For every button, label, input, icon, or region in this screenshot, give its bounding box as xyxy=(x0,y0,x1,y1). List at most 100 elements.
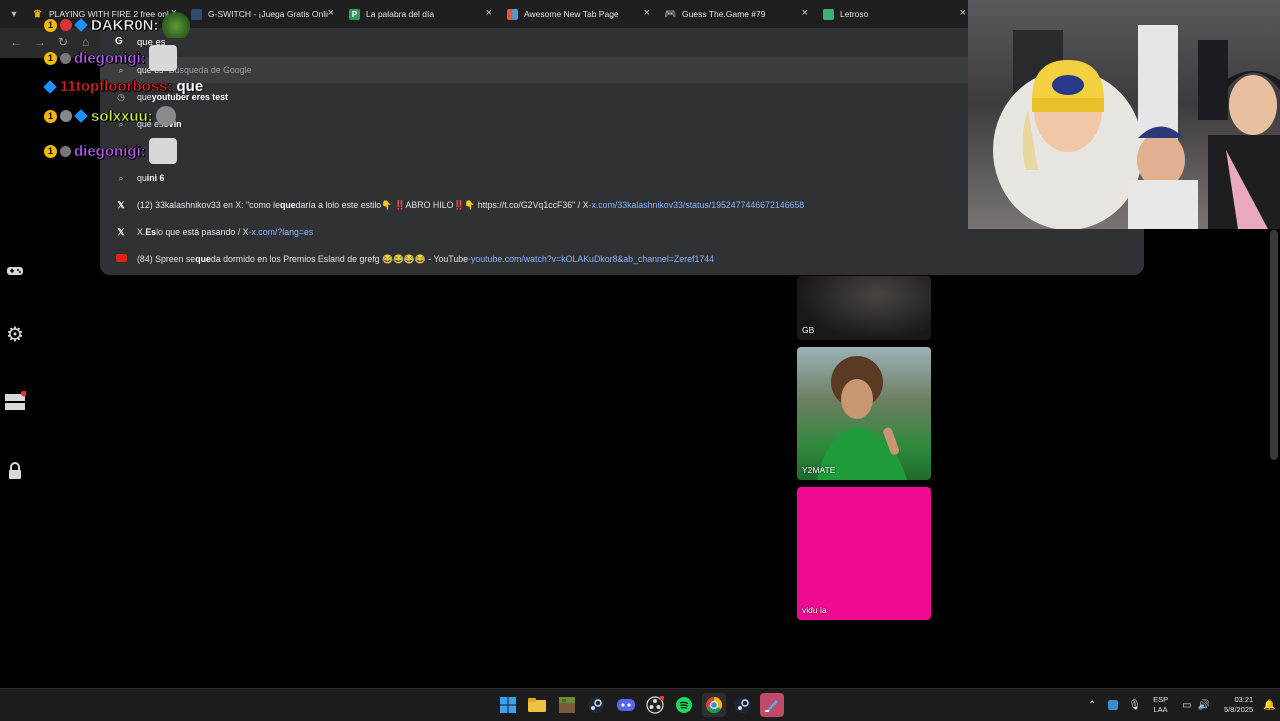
x-icon: 𝕏 xyxy=(117,199,125,210)
chat-message: 1 DAKR0N: xyxy=(44,12,190,38)
suggestion-7[interactable]: (84) Spreen se que da dormido en los Prem… xyxy=(100,246,1144,272)
suggestion-url: x.com/33kalashnikov33/status/19524774466… xyxy=(591,200,805,210)
webcam-overlay xyxy=(968,0,1280,229)
suggestion-bold: ini 6 xyxy=(146,173,165,183)
tab-search-button[interactable]: ▾ xyxy=(4,4,24,24)
steam-icon[interactable] xyxy=(584,693,608,717)
tile-label: Y2MATE xyxy=(802,465,836,475)
tab-3[interactable]: Awesome New Tab Page × xyxy=(507,0,650,28)
chat-message: 1 diegonigi: xyxy=(44,138,177,164)
cube-badge-icon xyxy=(74,18,88,32)
shield-icon[interactable] xyxy=(1108,700,1119,710)
chat-username: DAKR0N: xyxy=(91,16,159,34)
suggestion-text-rest: lo que está pasando / X xyxy=(156,227,249,237)
windows-start-icon[interactable] xyxy=(496,693,520,717)
clock[interactable]: 03:21 5/8/2025 xyxy=(1224,695,1253,715)
chrome-icon[interactable] xyxy=(702,693,726,717)
tab-title: Letroso xyxy=(840,9,869,19)
shortcut-tile-vidu[interactable]: vidu ia xyxy=(797,487,931,620)
network-icon[interactable]: ▭ xyxy=(1182,700,1191,711)
tab-4[interactable]: 🎮 Guess The.Game #79 × xyxy=(665,0,808,28)
emote-icon xyxy=(155,106,176,126)
tile-label: vidu ia xyxy=(802,605,827,615)
notification-icon[interactable]: 🔔 xyxy=(1263,700,1275,711)
address-bar[interactable]: G que es xyxy=(100,28,968,56)
steam-icon[interactable] xyxy=(731,693,755,717)
cube-badge-icon xyxy=(74,109,88,123)
sub-badge-icon: 1 xyxy=(44,18,57,32)
minecraft-icon[interactable] xyxy=(555,693,579,717)
chevron-down-icon: ▾ xyxy=(11,8,17,20)
microphone-icon[interactable]: 🎙 xyxy=(1128,700,1141,711)
tab-1[interactable]: G-SWITCH - ¡Juega Gratis Onlin × xyxy=(191,0,334,28)
chat-message: 1 solxxuu: xyxy=(44,106,176,126)
chat-username: diegonigi: xyxy=(74,49,146,67)
clock-time: 03:21 xyxy=(1234,695,1254,704)
suggestion-url: youtube.com/watch?v=kOLAKuDkor8&ab_chann… xyxy=(470,254,715,264)
tab-2[interactable]: P La palabra del día × xyxy=(349,0,492,28)
badge-icon xyxy=(60,19,72,31)
suggestion-text: X. xyxy=(137,227,146,237)
g-switch-icon xyxy=(191,8,202,20)
chat-message: 11topfloorboss: que xyxy=(43,78,204,95)
suggestion-text-rest: daría a lolo este estilo👇 ‼️ABRO HILO‼️👇… xyxy=(295,199,589,210)
youtube-icon xyxy=(114,254,128,264)
discord-icon[interactable] xyxy=(614,693,638,717)
close-icon[interactable]: × xyxy=(802,7,808,19)
suggestion-bold: Es xyxy=(145,227,157,237)
lock-icon[interactable] xyxy=(4,460,26,482)
sub-badge-icon: 1 xyxy=(44,109,57,123)
controller-icon: 🎮 xyxy=(665,8,677,20)
shortcut-tile-gb[interactable]: GB xyxy=(797,276,931,340)
x-icon: 𝕏 xyxy=(117,226,125,237)
chat-text: que xyxy=(176,78,204,95)
paint-icon[interactable] xyxy=(760,693,784,717)
tab-title: La palabra del día xyxy=(366,9,435,19)
sub-badge-icon: 1 xyxy=(44,144,57,158)
gear-icon[interactable]: ⚙ xyxy=(4,323,26,346)
close-icon[interactable]: × xyxy=(644,7,650,19)
badge-icon xyxy=(60,145,71,157)
spotify-icon[interactable] xyxy=(672,693,696,717)
obs-icon[interactable] xyxy=(643,693,667,717)
crown-icon: ♛ xyxy=(33,8,42,20)
suggestion-bold: que xyxy=(195,254,211,264)
sub-badge-icon: 1 xyxy=(44,51,57,65)
shortcut-tile-y2mate[interactable]: Y2MATE xyxy=(797,347,931,480)
suggestion-text: qu xyxy=(137,173,147,183)
chat-username: 11topfloorboss: xyxy=(60,78,173,95)
person-photo xyxy=(817,356,907,480)
page-scrollbar[interactable] xyxy=(1270,230,1278,460)
server-icon[interactable] xyxy=(4,391,26,413)
suggestion-url: x.com/?lang=es xyxy=(251,227,314,237)
close-icon[interactable]: × xyxy=(486,7,492,19)
badge-icon xyxy=(60,110,72,122)
keyboard-layout: LAA xyxy=(1153,705,1168,714)
chevron-up-icon[interactable]: ⌃ xyxy=(1088,700,1096,711)
close-icon[interactable]: × xyxy=(960,7,966,19)
suggestion-bold: que xyxy=(279,200,296,210)
tab-5[interactable]: Letroso × xyxy=(823,0,966,28)
tile-label: GB xyxy=(802,325,815,335)
language-code: ESP xyxy=(1153,695,1169,704)
tab-title: G-SWITCH - ¡Juega Gratis Onlin xyxy=(208,9,328,19)
pepe-emote-icon xyxy=(161,12,190,38)
badge-icon xyxy=(60,52,71,64)
chat-message: 1 diegonigi: xyxy=(44,45,177,71)
cube-badge-icon xyxy=(43,79,57,94)
close-icon[interactable]: × xyxy=(328,7,334,19)
webcam-feed xyxy=(993,25,1280,229)
emote-icon xyxy=(148,45,177,71)
tab-title: Awesome New Tab Page xyxy=(524,9,619,19)
volume-icon[interactable]: 🔊 xyxy=(1198,700,1210,711)
back-icon[interactable]: ← xyxy=(10,35,22,49)
search-icon: ⌕ xyxy=(118,172,124,183)
suggestion-text: (12) 33kalashnikov33 en X: "como le xyxy=(137,200,280,210)
grid-icon xyxy=(507,8,518,20)
game-controller-icon[interactable] xyxy=(4,260,26,282)
tab-title: Guess The.Game #79 xyxy=(682,9,766,19)
suggestion-text-rest: da dormido en los Premios Esland de gref… xyxy=(210,253,469,264)
language-indicator[interactable]: ESP LAA xyxy=(1153,695,1168,715)
letroso-icon xyxy=(823,8,834,20)
file-explorer-icon[interactable] xyxy=(525,693,549,717)
